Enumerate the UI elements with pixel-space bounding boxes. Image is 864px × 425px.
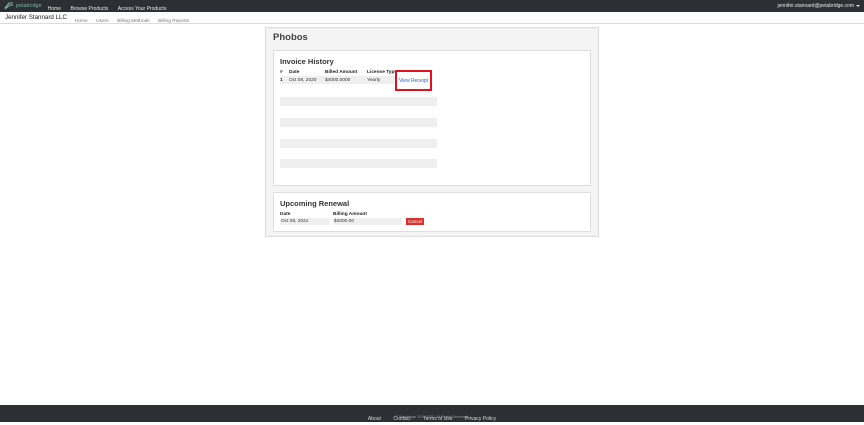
copyright-text: © Petabridge 2015-2020. All Rights Reser…	[395, 415, 469, 419]
empty-row-stripe	[280, 139, 437, 148]
brand-logo-text: petabridge	[16, 3, 42, 9]
column-header-billed-amount: Billed Amount	[325, 70, 358, 75]
column-header-number: #	[280, 70, 283, 75]
page-footer: About Contact Terms of Use Privacy Polic…	[0, 405, 864, 422]
user-menu[interactable]: jennifer.stannard@petabridge.com	[777, 3, 860, 9]
column-header-date: Date	[289, 70, 300, 75]
upcoming-renewal-panel: Upcoming Renewal Date Billing Amount Oct…	[273, 192, 591, 232]
cancel-renewal-button[interactable]: Cancel	[406, 218, 424, 225]
view-receipt-highlight: View Receipt	[395, 70, 432, 91]
subnav-billing-reports[interactable]: Billing Reports	[158, 19, 189, 24]
upcoming-renewal-heading: Upcoming Renewal	[280, 199, 350, 208]
subnav-billing-methods[interactable]: Billing Methods	[117, 19, 150, 24]
column-header-license-type: License Type	[367, 70, 398, 75]
empty-row-stripe	[280, 118, 437, 127]
subnav-users[interactable]: Users	[96, 19, 109, 24]
view-receipt-link[interactable]: View Receipt	[399, 78, 428, 84]
row-number: 1	[280, 78, 283, 83]
invoice-history-heading: Invoice History	[280, 57, 334, 66]
subnav-home[interactable]: Home	[75, 19, 88, 24]
renewal-column-billing-amount: Billing Amount	[333, 212, 367, 217]
brand-logo[interactable]: petabridge	[4, 2, 42, 10]
product-title: Phobos	[273, 32, 308, 43]
renewal-amount: $4000.00	[333, 218, 402, 225]
row-license-type: Yearly	[367, 78, 381, 83]
org-name: Jennifer Stannard LLC	[5, 14, 67, 21]
org-subnav-bar: Jennifer Stannard LLC Home Users Billing…	[0, 12, 864, 24]
user-email: jennifer.stannard@petabridge.com	[777, 3, 854, 9]
chevron-down-icon	[856, 5, 860, 7]
renewal-column-date: Date	[280, 212, 291, 217]
invoice-history-panel: Invoice History # Date Billed Amount Lic…	[273, 50, 591, 186]
row-date: Oct 08, 2020	[289, 78, 317, 83]
row-billed-amount: $4000.0000	[325, 78, 351, 83]
product-card: Phobos Invoice History # Date Billed Amo…	[265, 27, 599, 237]
org-subnav: Home Users Billing Methods Billing Repor…	[75, 9, 193, 27]
empty-row-stripe	[280, 159, 437, 168]
renewal-date: Oct 08, 2021	[280, 218, 330, 225]
petabridge-logo-icon	[4, 2, 13, 10]
empty-row-stripe	[280, 97, 437, 106]
